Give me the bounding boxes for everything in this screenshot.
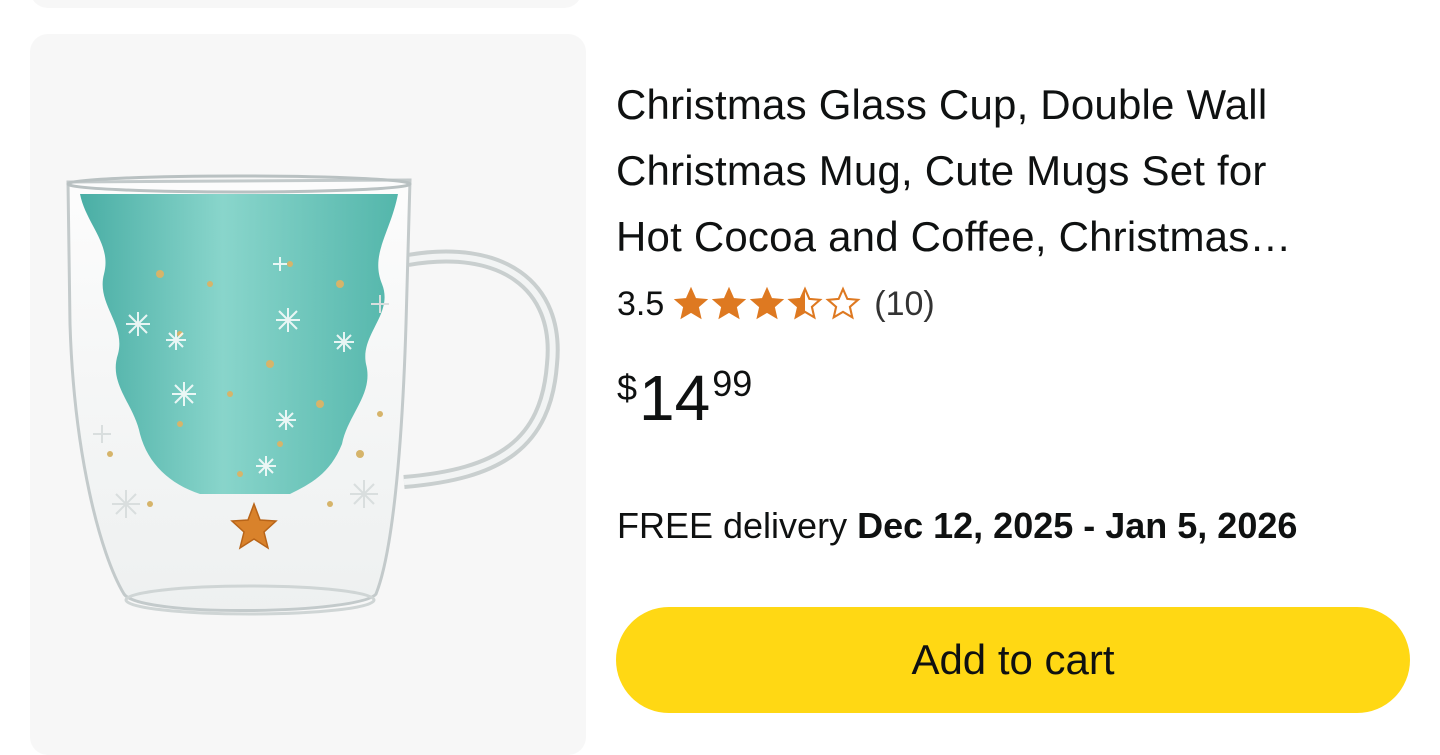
product-title-line[interactable]: Christmas Mug, Cute Mugs Set for <box>616 138 1376 204</box>
rating-row[interactable]: 3.5 (10) <box>617 284 935 324</box>
review-count-link[interactable]: (10) <box>874 285 934 324</box>
star-full-icon <box>750 286 785 320</box>
christmas-mug-image <box>66 174 560 616</box>
price-currency: $ <box>617 367 638 408</box>
rating-value: 3.5 <box>617 284 665 323</box>
product-image[interactable] <box>30 34 586 755</box>
product-card[interactable]: Christmas Glass Cup, Double Wall Christm… <box>0 34 1440 755</box>
star-full-icon <box>674 286 709 320</box>
product-title[interactable]: Christmas Glass Cup, Double Wall Christm… <box>616 72 1376 270</box>
previous-card-edge <box>30 0 582 8</box>
price: $ 14 99 <box>617 364 752 434</box>
add-to-cart-button[interactable]: Add to cart <box>616 607 1410 713</box>
delivery-prefix: FREE delivery <box>617 505 848 546</box>
delivery-info: FREE delivery Dec 12, 2025 - Jan 5, 2026 <box>617 504 1297 548</box>
product-title-line[interactable]: Christmas Glass Cup, Double Wall <box>616 72 1376 138</box>
star-full-icon <box>712 286 747 320</box>
delivery-dates: Dec 12, 2025 - Jan 5, 2026 <box>857 505 1298 546</box>
star-rating[interactable] <box>672 286 862 322</box>
price-whole: 14 <box>639 362 711 434</box>
star-empty-icon <box>825 286 861 320</box>
star-half-icon <box>787 286 823 320</box>
price-fraction: 99 <box>712 363 753 404</box>
product-title-line[interactable]: Hot Cocoa and Coffee, Christmas… <box>616 204 1376 270</box>
